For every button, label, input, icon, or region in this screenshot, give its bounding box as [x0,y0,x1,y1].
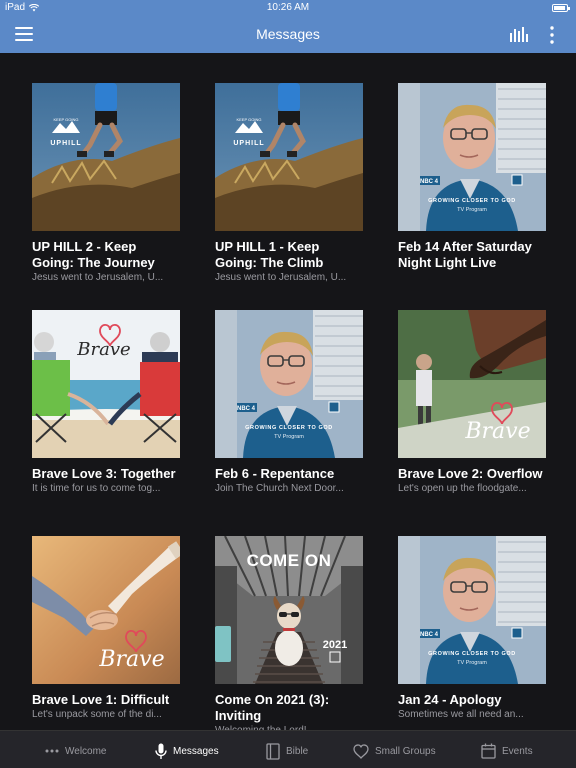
status-bar: iPad 10:26 AM [0,0,576,16]
message-thumbnail[interactable]: Brave [32,310,180,458]
tab-label: Messages [173,745,219,757]
message-thumbnail[interactable]: Brave [32,536,180,684]
message-card[interactable]: COME ON 2021 Come On 2021 (3): InvitingW… [215,536,363,730]
message-description: It is time for us to come tog... [32,483,161,494]
message-thumbnail[interactable]: COME ON 2021 [215,536,363,684]
message-thumbnail[interactable]: Brave [398,310,546,458]
message-card[interactable]: NBC 4 GROWING CLOSER TO GOD TV Program F… [398,83,546,303]
thumb-title-text: GROWING CLOSER TO GOD [428,651,516,657]
tab-welcome[interactable]: Welcome [45,741,107,761]
message-thumbnail[interactable]: NBC 4 GROWING CLOSER TO GOD TV Program [398,83,546,231]
message-title: UP HILL 2 - Keep Going: The Journey [32,239,155,270]
message-thumbnail[interactable]: NBC 4 GROWING CLOSER TO GOD TV Program [398,536,546,684]
message-thumbnail[interactable]: KEEP GOING UPHILL [32,83,180,231]
thumb-title-text: Brave [76,339,130,360]
page-title: Messages [256,26,320,42]
message-description: Let's open up the floodgate... [398,483,527,494]
messages-grid: KEEP GOING UPHILL UP HILL 2 - Keep Going… [0,53,576,730]
thumb-title-text: COME ON [247,551,332,570]
thumb-title-text: UPHILL [233,140,264,147]
message-description: Jesus went to Jerusalem, U... [215,272,347,283]
tab-label: Small Groups [375,745,436,757]
thumb-small-text: TV Program [457,660,487,666]
thumb-title-text: GROWING CLOSER TO GOD [245,425,333,431]
message-card[interactable]: Brave Brave Love 3: Together It is time f… [32,310,180,530]
thumb-logo-text: NBC 4 [420,632,439,638]
tab-label: Bible [286,745,309,757]
thumb-small-text: KEEP GOING [53,117,78,122]
message-title: Feb 14 After Saturday Night Light Live [398,239,532,270]
message-card[interactable]: NBC 4 GROWING CLOSER TO GOD TV Program J… [398,536,546,730]
thumb-title-text: GROWING CLOSER TO GOD [428,198,516,204]
tab-label: Welcome [65,745,107,757]
tab-bible[interactable]: Bible [266,741,308,761]
message-title: Come On 2021 (3): Inviting [215,692,330,723]
status-time: 10:26 AM [266,2,310,13]
message-card[interactable]: Brave Brave Love 2: Overflow Let's open u… [398,310,546,530]
message-card[interactable]: KEEP GOING UPHILL UP HILL 2 - Keep Going… [32,83,180,303]
battery-icon [552,4,570,12]
message-title: Feb 6 - Repentance [215,466,335,481]
message-title: Brave Love 1: Difficult [32,692,170,707]
thumb-small-text: 2021 [323,639,347,651]
message-title: Brave Love 2: Overflow [398,466,543,481]
thumb-title-text: UPHILL [50,140,81,147]
ellipsis-icon [45,749,59,753]
thumb-logo-text: NBC 4 [237,406,256,412]
message-card[interactable]: KEEP GOING UPHILL UP HILL 1 - Keep Going… [215,83,363,303]
tab-messages[interactable]: Messages [155,741,219,761]
tab-events[interactable]: Events [481,741,533,761]
thumb-small-text: TV Program [457,207,487,213]
message-title: Brave Love 3: Together [32,466,176,481]
tab-label: Events [502,745,533,757]
tab-small-groups[interactable]: Small Groups [353,741,436,761]
message-description: Join The Church Next Door... [215,483,344,494]
nav-bar: Messages [0,16,576,53]
thumb-small-text: TV Program [274,434,304,440]
battery-fill [554,6,565,10]
message-card[interactable]: Brave Brave Love 1: Difficult Let's unpac… [32,536,180,730]
thumb-logo-text: NBC 4 [420,179,439,185]
microphone-icon [155,743,167,760]
audio-bars-icon[interactable] [509,27,529,42]
thumb-title-text: Brave [98,647,164,672]
book-icon [266,742,280,760]
heart-icon [353,743,369,759]
message-thumbnail[interactable]: KEEP GOING UPHILL [215,83,363,231]
message-thumbnail[interactable]: NBC 4 GROWING CLOSER TO GOD TV Program [215,310,363,458]
more-options-icon[interactable] [545,25,559,45]
calendar-icon [481,743,496,759]
message-description: Let's unpack some of the di... [32,709,162,720]
thumb-small-text: KEEP GOING [236,117,261,122]
message-description: Jesus went to Jerusalem, U... [32,272,164,283]
thumb-title-text: Brave [464,419,530,444]
message-card[interactable]: NBC 4 GROWING CLOSER TO GOD TV Program F… [215,310,363,530]
message-description: Sometimes we all need an... [398,709,524,720]
message-title: UP HILL 1 - Keep Going: The Climb [215,239,324,270]
message-title: Jan 24 - Apology [398,692,502,707]
tab-bar: Welcome Messages Bible Small Groups Events [0,730,576,768]
